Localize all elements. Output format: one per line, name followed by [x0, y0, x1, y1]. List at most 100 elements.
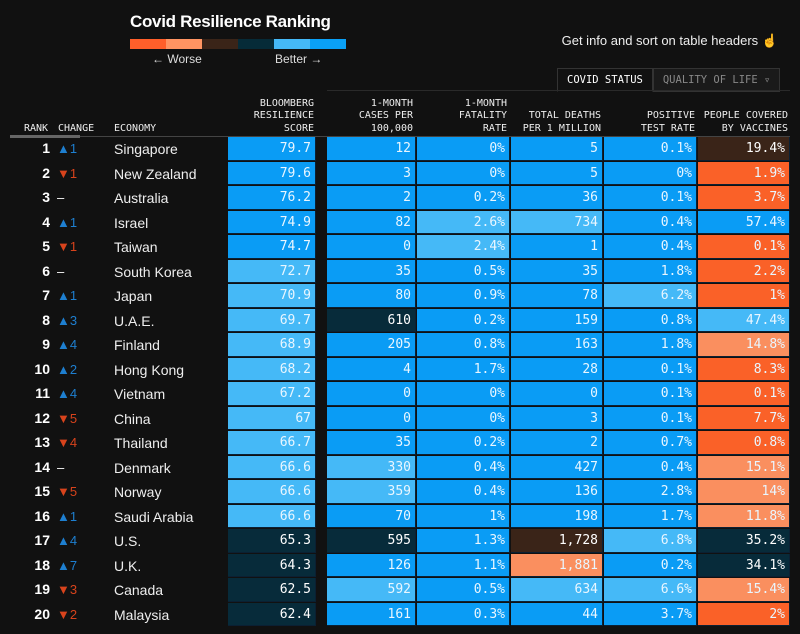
cases-cell: 70	[327, 504, 416, 528]
economy-cell: Australia	[114, 190, 169, 206]
change-cell: ▼5	[57, 410, 78, 426]
fatality-cell: 1%	[417, 504, 510, 528]
score-cell: 68.9	[228, 333, 316, 357]
table-row[interactable]: 18 ▲7 U.K. 64.3 126 1.1% 1,881 0.2% 34.1%	[0, 553, 800, 579]
rank-cell: 19	[34, 581, 50, 597]
rank-cell: 13	[34, 434, 50, 450]
fatality-cell: 0.5%	[417, 578, 510, 602]
score-cell: 62.4	[228, 602, 316, 626]
cases-cell: 35	[327, 259, 416, 283]
cases-cell: 205	[327, 333, 416, 357]
header-vaccines[interactable]: PEOPLE COVERED BY VACCINES	[700, 97, 788, 135]
deaths-cell: 0	[511, 382, 603, 406]
pointer-hand-icon: ☝	[761, 33, 778, 48]
legend-swatch	[238, 39, 274, 49]
change-cell: ▲3	[57, 312, 78, 328]
change-cell: –	[57, 459, 65, 475]
vaccines-cell: 57.4%	[698, 210, 790, 234]
header-score[interactable]: BLOOMBERG RESILIENCE SCORE	[236, 97, 314, 135]
table-row[interactable]: 2 ▼1 New Zealand 79.6 3 0% 5 0% 1.9%	[0, 161, 800, 187]
vaccines-cell: 34.1%	[698, 553, 790, 577]
table-row[interactable]: 17 ▲4 U.S. 65.3 595 1.3% 1,728 6.8% 35.2%	[0, 529, 800, 554]
rank-cell: 1	[42, 140, 50, 156]
table-row[interactable]: 7 ▲1 Japan 70.9 80 0.9% 78 6.2% 1%	[0, 284, 800, 309]
table-row[interactable]: 6– South Korea 72.7 35 0.5% 35 1.8% 2.2%	[0, 259, 800, 285]
table-row[interactable]: 19 ▼3 Canada 62.5 592 0.5% 634 6.6% 15.4%	[0, 578, 800, 603]
table-row[interactable]: 3– Australia 76.2 2 0.2% 36 0.1% 3.7%	[0, 186, 800, 211]
fatality-cell: 0.3%	[417, 602, 510, 626]
score-cell: 66.6	[228, 480, 316, 504]
fatality-cell: 0.2%	[417, 186, 510, 210]
table-row[interactable]: 5 ▼1 Taiwan 74.7 0 2.4% 1 0.4% 0.1%	[0, 235, 800, 260]
cases-cell: 35	[327, 431, 416, 455]
legend-better-label: Better →	[275, 52, 323, 66]
table-row[interactable]: 8 ▲3 U.A.E. 69.7 610 0.2% 159 0.8% 47.4%	[0, 308, 800, 334]
cases-cell: 4	[327, 357, 416, 381]
deaths-cell: 5	[511, 137, 603, 161]
vaccines-cell: 11.8%	[698, 504, 790, 528]
rank-cell: 15	[34, 483, 50, 499]
header-cases[interactable]: 1-MONTH CASES PER 100,000	[338, 97, 413, 135]
table-row[interactable]: 12 ▼5 China 67 0 0% 3 0.1% 7.7%	[0, 406, 800, 432]
table-row[interactable]: 11 ▲4 Vietnam 67.2 0 0% 0 0.1% 0.1%	[0, 382, 800, 407]
score-cell: 67	[228, 406, 316, 430]
table-row[interactable]: 9 ▲4 Finland 68.9 205 0.8% 163 1.8% 14.8%	[0, 333, 800, 358]
score-cell: 67.2	[228, 382, 316, 406]
score-cell: 72.7	[228, 259, 316, 283]
vaccines-cell: 0.1%	[698, 382, 790, 406]
table-row[interactable]: 14– Denmark 66.6 330 0.4% 427 0.4% 15.1%	[0, 455, 800, 481]
positive-cell: 0.2%	[604, 553, 697, 577]
score-cell: 79.6	[228, 161, 316, 185]
table-row[interactable]: 4 ▲1 Israel 74.9 82 2.6% 734 0.4% 57.4%	[0, 210, 800, 236]
deaths-cell: 5	[511, 161, 603, 185]
table-row[interactable]: 10 ▲2 Hong Kong 68.2 4 1.7% 28 0.1% 8.3%	[0, 357, 800, 383]
economy-cell: Hong Kong	[114, 361, 185, 378]
rank-cell: 5	[42, 238, 50, 254]
cases-cell: 0	[327, 382, 416, 406]
tab-quality-of-life[interactable]: QUALITY OF LIFE ▿	[652, 68, 781, 92]
cases-cell: 592	[327, 578, 416, 602]
score-cell: 74.9	[228, 210, 316, 234]
table-row[interactable]: 15 ▼5 Norway 66.6 359 0.4% 136 2.8% 14%	[0, 480, 800, 505]
positive-cell: 6.6%	[604, 578, 697, 602]
deaths-cell: 78	[511, 284, 603, 308]
fatality-cell: 0%	[417, 382, 510, 406]
fatality-cell: 0.2%	[417, 431, 510, 455]
economy-cell: Saudi Arabia	[114, 508, 194, 525]
legend-swatch	[166, 39, 202, 49]
header-positive[interactable]: POSITIVE TEST RATE	[620, 97, 695, 135]
header-deaths[interactable]: TOTAL DEATHS PER 1 MILLION	[514, 97, 601, 135]
rank-cell: 12	[34, 409, 50, 426]
divider	[327, 90, 790, 91]
tab-bar: COVID STATUS QUALITY OF LIFE ▿	[557, 68, 781, 92]
table-row[interactable]: 16 ▲1 Saudi Arabia 66.6 70 1% 198 1.7% 11.8%	[0, 504, 800, 530]
table-row[interactable]: 1 ▲1 Singapore 79.7 12 0% 5 0.1% 19.4%	[0, 137, 800, 162]
vaccines-cell: 14.8%	[698, 333, 790, 357]
tab-covid-status[interactable]: COVID STATUS	[557, 68, 653, 92]
economy-cell: Japan	[114, 288, 153, 304]
positive-cell: 0%	[604, 161, 697, 185]
table-row[interactable]: 13 ▼4 Thailand 66.7 35 0.2% 2 0.7% 0.8%	[0, 431, 800, 456]
rank-cell: 14	[34, 458, 50, 475]
header-fatality[interactable]: 1-MONTH FATALITY RATE	[440, 97, 507, 135]
vaccines-cell: 35.2%	[698, 529, 790, 553]
fatality-cell: 0%	[417, 161, 510, 185]
change-cell: ▲4	[57, 337, 78, 352]
header-economy[interactable]: ECONOMY	[114, 97, 194, 135]
deaths-cell: 2	[511, 431, 603, 455]
vaccines-cell: 2%	[698, 602, 790, 626]
rank-cell: 3	[42, 189, 50, 205]
economy-cell: Vietnam	[114, 386, 166, 402]
economy-cell: U.A.E.	[114, 312, 155, 329]
fatality-cell: 0%	[417, 406, 510, 430]
positive-cell: 0.7%	[604, 431, 697, 455]
table-row[interactable]: 20 ▼2 Malaysia 62.4 161 0.3% 44 3.7% 2%	[0, 602, 800, 628]
score-cell: 79.7	[228, 137, 316, 161]
header-change[interactable]: CHANGE	[58, 97, 108, 135]
positive-cell: 3.7%	[604, 602, 697, 626]
fatality-cell: 1.1%	[417, 553, 510, 577]
color-legend	[130, 39, 346, 49]
vaccines-cell: 15.4%	[698, 578, 790, 602]
deaths-cell: 198	[511, 504, 603, 528]
vaccines-cell: 3.7%	[698, 186, 790, 210]
